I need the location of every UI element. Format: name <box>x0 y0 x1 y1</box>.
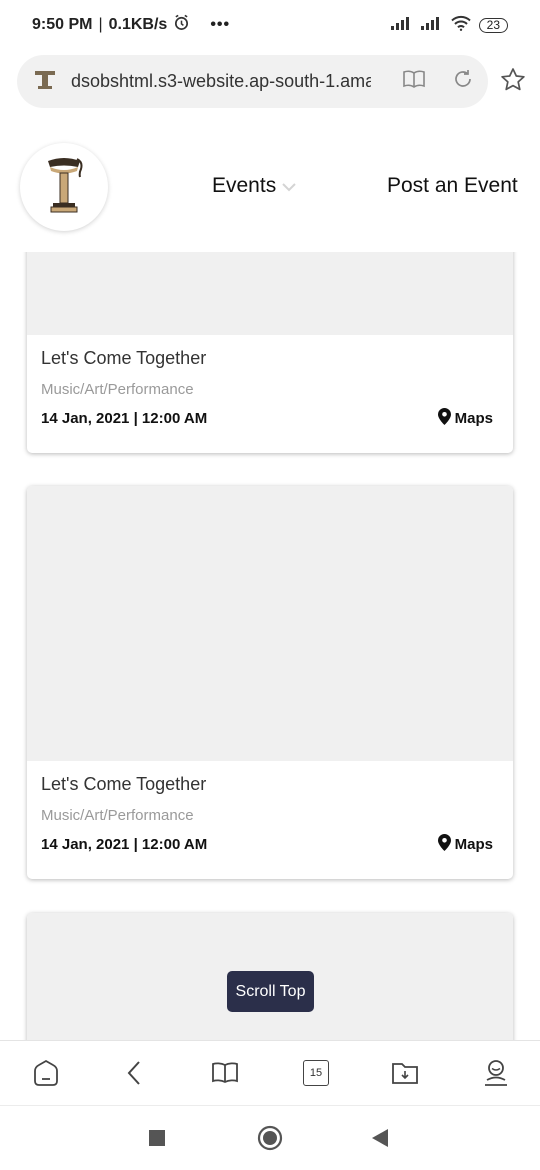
nav-post-event-link[interactable]: Post an Event <box>387 174 518 198</box>
map-pin-icon <box>437 408 451 429</box>
map-pin-icon <box>437 834 451 855</box>
status-left: 9:50 PM | 0.1KB/s ••• <box>32 14 230 36</box>
event-image-placeholder[interactable] <box>27 252 513 335</box>
nav-events-dropdown[interactable]: Events <box>212 174 296 198</box>
url-text[interactable]: dsobshtml.s3-website.ap-south-1.amazonaw… <box>71 71 371 92</box>
home-icon[interactable] <box>31 1058 61 1088</box>
signal-icon <box>390 16 413 35</box>
alarm-icon <box>173 14 190 36</box>
back-triangle-icon[interactable] <box>371 1129 389 1147</box>
battery-icon: 23 <box>478 17 508 33</box>
event-title[interactable]: Let's Come Together <box>41 348 499 369</box>
event-card[interactable]: Let's Come Together Music/Art/Performanc… <box>27 252 513 453</box>
reload-icon[interactable] <box>452 68 474 95</box>
tab-count: 15 <box>303 1060 329 1086</box>
site-favicon <box>33 68 57 95</box>
home-circle-icon[interactable] <box>257 1125 283 1151</box>
downloads-icon[interactable] <box>390 1058 420 1088</box>
lamp-logo-icon <box>44 155 84 220</box>
url-bar[interactable]: dsobshtml.s3-website.ap-south-1.amazonaw… <box>17 55 488 108</box>
event-body: Let's Come Together Music/Art/Performanc… <box>27 335 513 453</box>
system-nav-bar <box>0 1106 540 1170</box>
status-divider: | <box>98 16 103 33</box>
browser-toolbar: 15 <box>0 1040 540 1106</box>
reader-mode-icon[interactable] <box>402 69 426 94</box>
status-bar: 9:50 PM | 0.1KB/s ••• 23 <box>0 0 540 50</box>
tabs-icon[interactable]: 15 <box>301 1058 331 1088</box>
status-time: 9:50 PM <box>32 16 93 33</box>
event-title[interactable]: Let's Come Together <box>41 774 499 795</box>
event-card[interactable]: Let's Come Together Music/Art/Performanc… <box>27 486 513 879</box>
back-icon[interactable] <box>119 1058 149 1088</box>
events-list[interactable]: Let's Come Together Music/Art/Performanc… <box>0 252 540 1040</box>
scroll-top-button[interactable]: Scroll Top <box>227 971 314 1012</box>
maps-link[interactable]: Maps <box>437 834 493 855</box>
event-meta-row: 14 Jan, 2021 | 12:00 AM Maps <box>41 408 499 429</box>
signal-icon <box>420 16 443 35</box>
event-meta-row: 14 Jan, 2021 | 12:00 AM Maps <box>41 834 499 855</box>
url-actions <box>402 68 474 95</box>
wifi-icon <box>450 15 471 36</box>
chevron-down-icon <box>282 174 296 198</box>
maps-link[interactable]: Maps <box>437 408 493 429</box>
recents-icon[interactable] <box>149 1130 165 1146</box>
event-category: Music/Art/Performance <box>41 381 194 398</box>
event-datetime: 14 Jan, 2021 | 12:00 AM <box>41 836 208 853</box>
event-image-placeholder[interactable] <box>27 486 513 761</box>
event-body: Let's Come Together Music/Art/Performanc… <box>27 761 513 879</box>
nav-events-label: Events <box>212 174 277 197</box>
bookmarks-icon[interactable] <box>210 1058 240 1088</box>
status-right: 23 <box>390 15 508 36</box>
status-speed: 0.1KB/s <box>108 16 168 33</box>
site-header: Events Post an Event <box>0 130 540 250</box>
status-more: ••• <box>210 16 231 33</box>
maps-label: Maps <box>454 836 493 853</box>
event-category: Music/Art/Performance <box>41 807 194 824</box>
profile-icon[interactable] <box>481 1058 511 1088</box>
site-logo[interactable] <box>20 143 108 231</box>
bookmark-star-icon[interactable] <box>500 67 526 98</box>
event-datetime: 14 Jan, 2021 | 12:00 AM <box>41 410 208 427</box>
maps-label: Maps <box>454 410 493 427</box>
